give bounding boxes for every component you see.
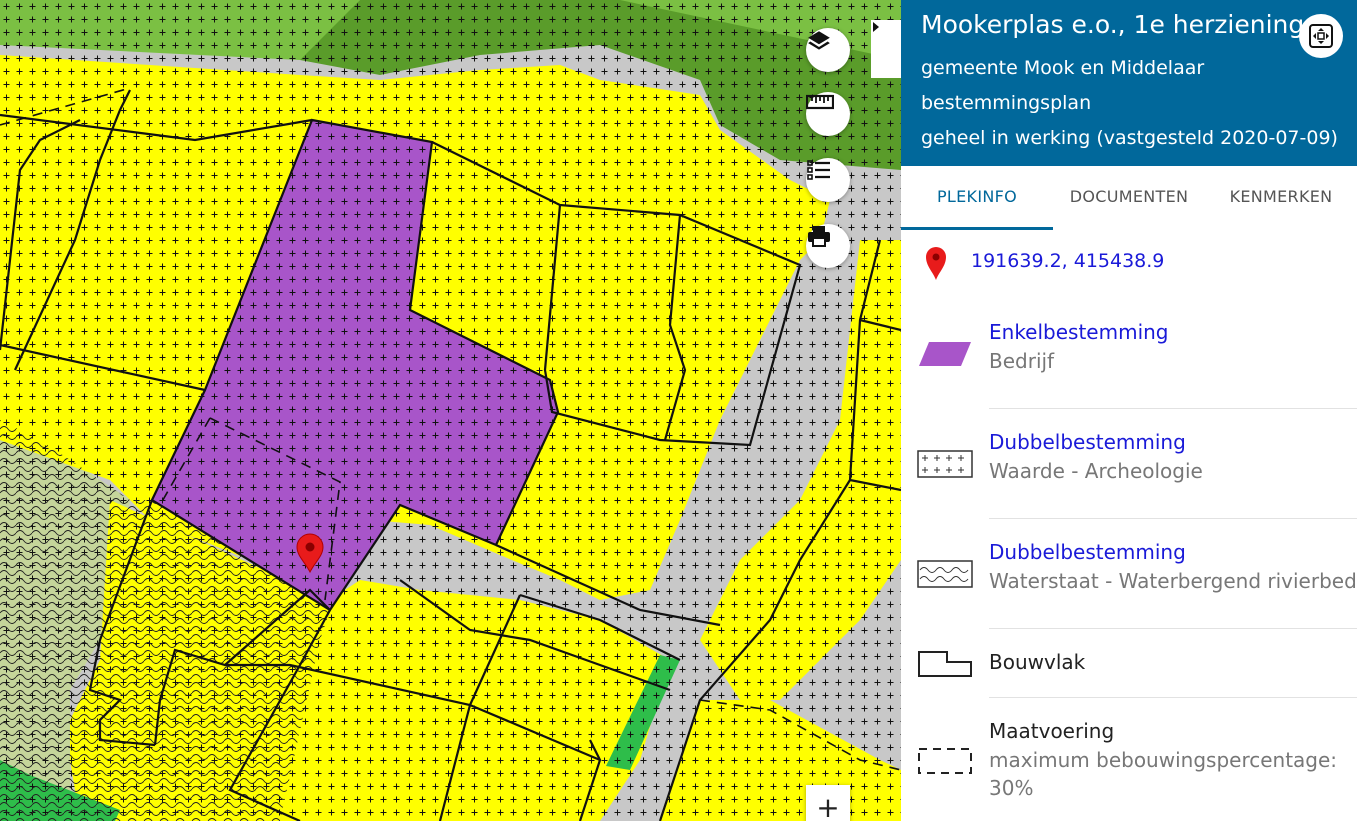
purple-parallelogram-icon [919, 342, 971, 366]
zoom-in-button[interactable]: + [806, 785, 850, 821]
legend-subtitle-value: 30% [989, 776, 1034, 800]
legend-item-maatvoering: Maatvoering maximum bebouwingspercentage… [901, 719, 1357, 819]
ruler-icon [806, 94, 834, 110]
tab-kenmerken[interactable]: KENMERKEN [1205, 166, 1357, 230]
plan-status: geheel in werking (vastgesteld 2020-07-0… [921, 127, 1338, 149]
legend-title: Bouwvlak [989, 650, 1086, 674]
plan-type: bestemmingsplan [921, 92, 1092, 114]
panel-header: Mookerplas e.o., 1e herziening gemeente … [901, 0, 1357, 166]
legend-item-waterstaat: Dubbelbestemming Waterstaat - Waterberge… [901, 540, 1357, 630]
legend-item-bouwvlak: Bouwvlak [901, 650, 1357, 700]
divider [989, 518, 1357, 519]
coordinates-link[interactable]: 191639.2, 415438.9 [971, 250, 1164, 272]
legend-item-enkelbestemming: Enkelbestemming Bedrijf [901, 320, 1357, 410]
wave-pattern-icon [917, 560, 973, 588]
panel-tabs: PLEKINFO DOCUMENTEN KENMERKEN [901, 166, 1357, 230]
info-panel: Mookerplas e.o., 1e herziening gemeente … [901, 0, 1357, 821]
legend-title[interactable]: Dubbelbestemming [989, 430, 1186, 454]
legend-button[interactable] [806, 158, 850, 202]
dashed-rect-icon [918, 748, 972, 774]
layers-icon [808, 31, 830, 50]
building-plane-icon [918, 651, 972, 677]
legend-subtitle: Waterstaat - Waterbergend rivierbed [989, 569, 1357, 593]
tab-documenten[interactable]: DOCUMENTEN [1053, 166, 1205, 230]
location-pin-icon [926, 247, 946, 280]
print-button[interactable] [806, 224, 850, 268]
cross-hatch-icon [917, 450, 973, 478]
divider [989, 408, 1357, 409]
plan-title: Mookerplas e.o., 1e herziening [921, 10, 1305, 39]
map-view[interactable]: + [0, 0, 901, 821]
legend-title: Maatvoering [989, 719, 1115, 743]
coordinates-row: 191639.2, 415438.9 [901, 240, 1357, 290]
divider [989, 628, 1357, 629]
divider [989, 697, 1357, 698]
caret-right-icon [873, 22, 879, 32]
collapse-panel-button[interactable] [871, 20, 901, 78]
legend-subtitle: maximum bebouwingspercentage: [989, 748, 1338, 772]
legend-list-icon [807, 160, 830, 180]
fullscreen-icon [1309, 24, 1333, 48]
legend-title[interactable]: Dubbelbestemming [989, 540, 1186, 564]
fullscreen-button[interactable] [1299, 14, 1343, 58]
tab-plekinfo[interactable]: PLEKINFO [901, 166, 1053, 230]
measure-button[interactable] [806, 92, 850, 136]
map-canvas[interactable] [0, 0, 901, 821]
print-icon [808, 226, 830, 247]
legend-item-archeologie: Dubbelbestemming Waarde - Archeologie [901, 430, 1357, 520]
layers-button[interactable] [806, 28, 850, 72]
legend-subtitle: Bedrijf [989, 349, 1055, 373]
legend-title[interactable]: Enkelbestemming [989, 320, 1169, 344]
legend-subtitle: Waarde - Archeologie [989, 459, 1203, 483]
municipality: gemeente Mook en Middelaar [921, 57, 1205, 79]
